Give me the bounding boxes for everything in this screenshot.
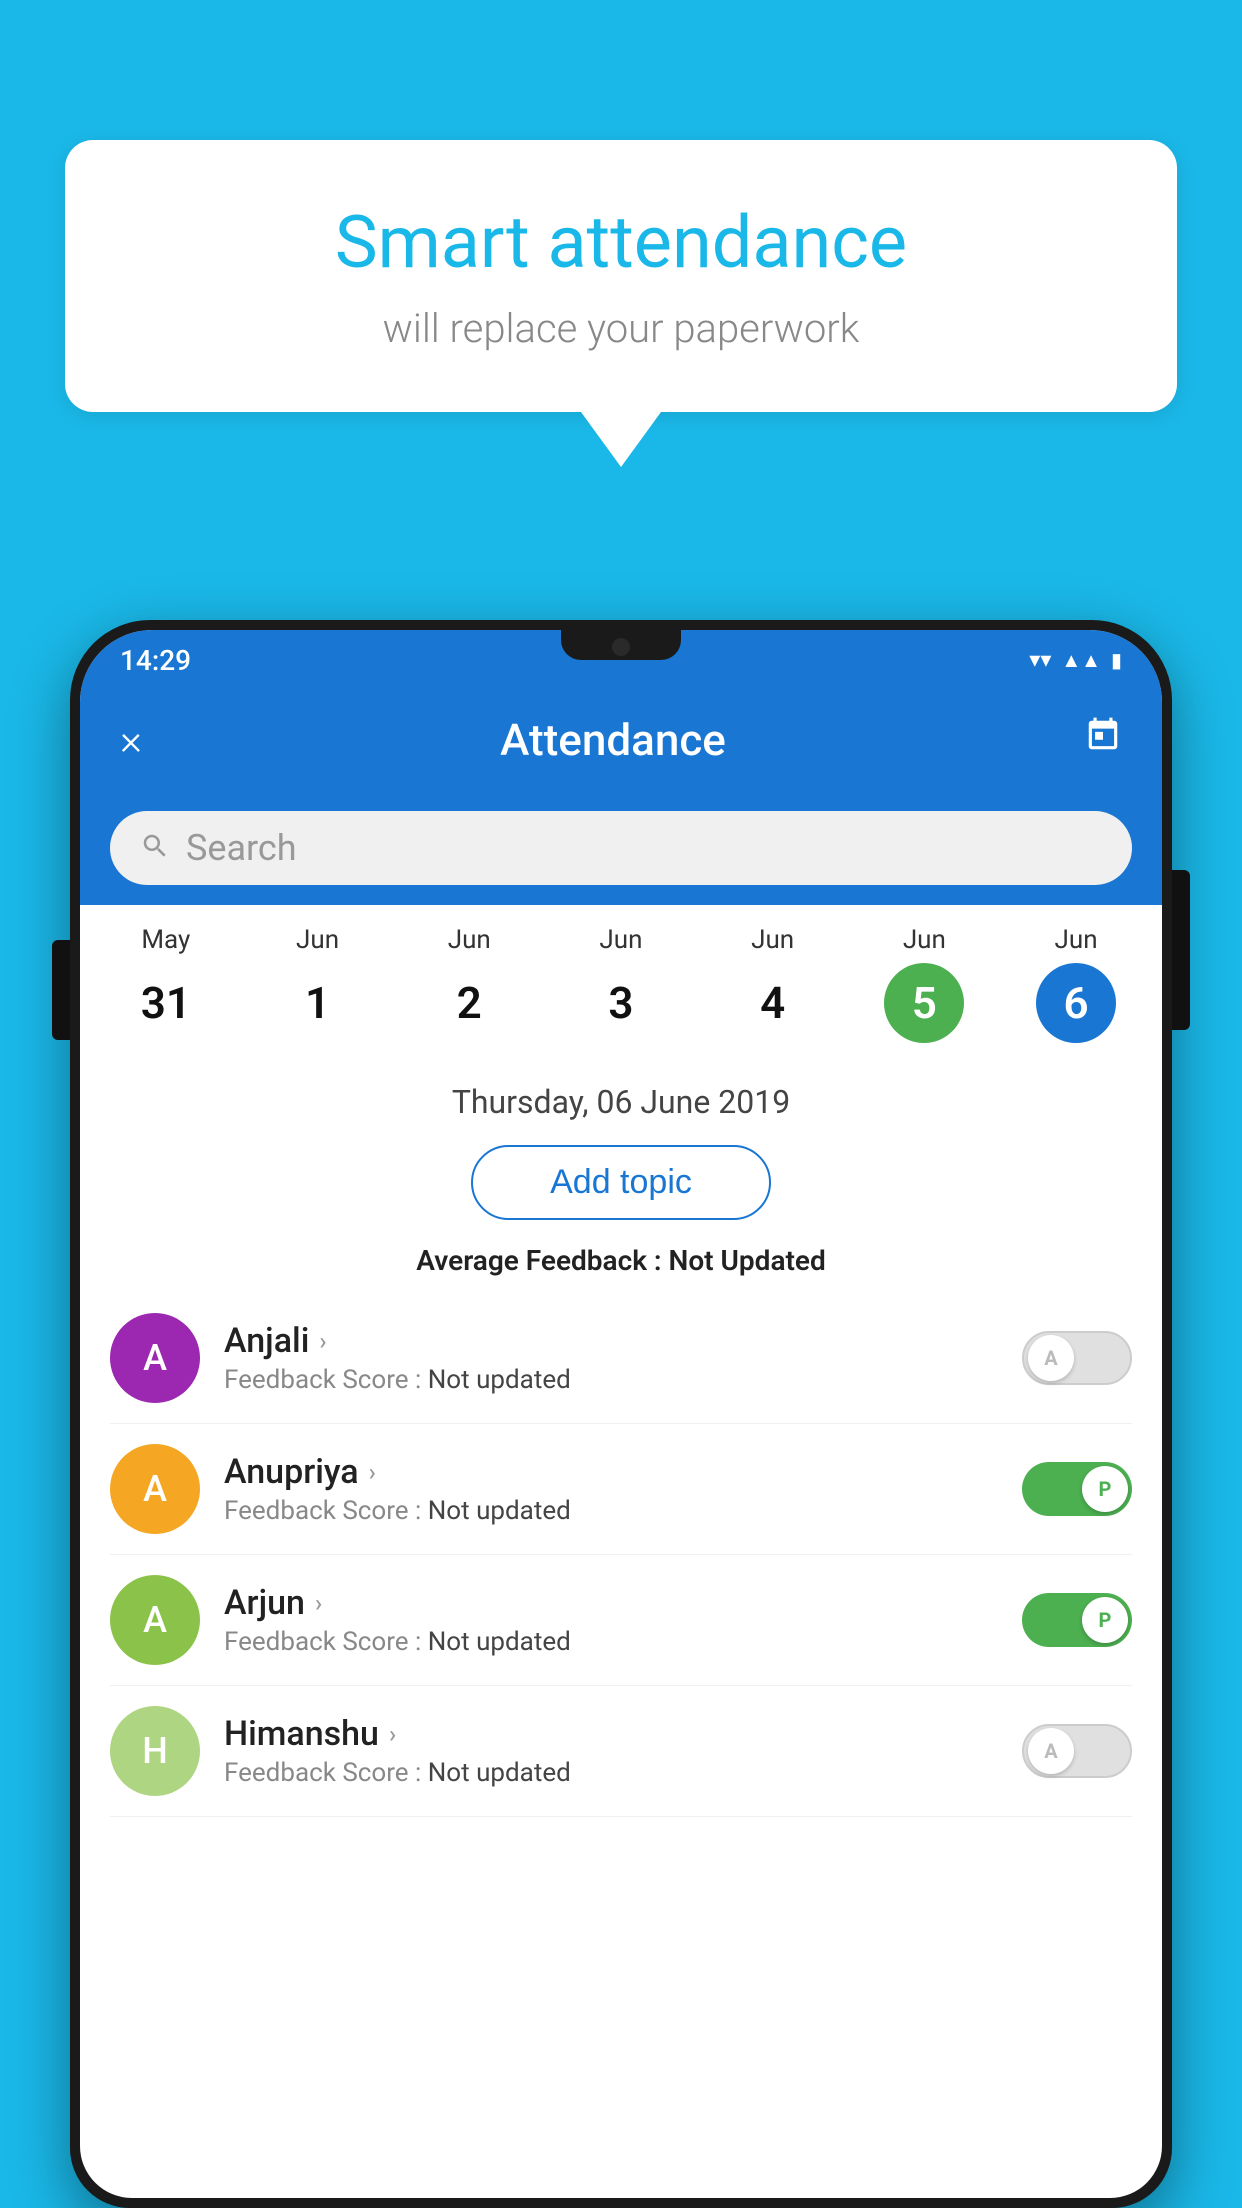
battery-icon: ▮ — [1111, 648, 1122, 672]
student-info: Anjali › Feedback Score : Not updated — [224, 1321, 998, 1395]
phone-camera — [612, 638, 630, 656]
day-month: Jun — [751, 925, 794, 955]
day-month: Jun — [296, 925, 339, 955]
student-name: Anjali › — [224, 1321, 998, 1361]
day-number: 6 — [1036, 963, 1116, 1043]
day-number: 31 — [126, 963, 206, 1043]
status-time: 14:29 — [120, 644, 191, 677]
student-item[interactable]: A Arjun › Feedback Score : Not updated P — [110, 1555, 1132, 1686]
phone-frame: 14:29 ▾▾ ▲▲ ▮ × Attendance — [70, 620, 1172, 2208]
attendance-toggle[interactable]: P — [1022, 1593, 1132, 1647]
calendar-day-3[interactable]: Jun 3 — [571, 925, 671, 1043]
student-feedback: Feedback Score : Not updated — [224, 1758, 998, 1788]
toggle-switch[interactable]: A — [1022, 1724, 1132, 1778]
avg-feedback: Average Feedback : Not Updated — [80, 1234, 1162, 1293]
toggle-knob: P — [1082, 1597, 1128, 1643]
student-name: Himanshu › — [224, 1714, 998, 1754]
toggle-knob: A — [1028, 1335, 1074, 1381]
chevron-right-icon: › — [315, 1589, 322, 1617]
student-item[interactable]: H Himanshu › Feedback Score : Not updated A — [110, 1686, 1132, 1817]
content-area: Thursday, 06 June 2019 Add topic Average… — [80, 1063, 1162, 1817]
search-bar[interactable]: Search — [110, 811, 1132, 885]
day-month: May — [141, 925, 190, 955]
day-month: Jun — [448, 925, 491, 955]
student-item[interactable]: A Anjali › Feedback Score : Not updated A — [110, 1293, 1132, 1424]
student-info: Himanshu › Feedback Score : Not updated — [224, 1714, 998, 1788]
speech-bubble-container: Smart attendance will replace your paper… — [65, 140, 1177, 467]
close-button[interactable]: × — [120, 716, 142, 765]
calendar-day-5[interactable]: Jun 5 — [874, 925, 974, 1043]
search-bar-container: Search — [80, 795, 1162, 905]
student-avatar: A — [110, 1313, 200, 1403]
student-name: Anupriya › — [224, 1452, 998, 1492]
phone-notch — [561, 630, 681, 660]
hero-subtitle: will replace your paperwork — [145, 305, 1097, 352]
student-list: AAnjali ›Feedback Score : Not updatedAAA… — [80, 1293, 1162, 1817]
speech-bubble: Smart attendance will replace your paper… — [65, 140, 1177, 412]
search-icon — [140, 831, 170, 865]
calendar-day-0[interactable]: May 31 — [116, 925, 216, 1043]
toggle-switch[interactable]: A — [1022, 1331, 1132, 1385]
student-name: Arjun › — [224, 1583, 998, 1623]
calendar-strip: May 31 Jun 1 Jun 2 Jun 3 Jun 4 Jun 5 Jun 6 — [80, 905, 1162, 1063]
student-feedback: Feedback Score : Not updated — [224, 1627, 998, 1657]
calendar-day-1[interactable]: Jun 1 — [268, 925, 368, 1043]
phone-screen: 14:29 ▾▾ ▲▲ ▮ × Attendance — [80, 630, 1162, 2198]
calendar-day-6[interactable]: Jun 6 — [1026, 925, 1126, 1043]
signal-icon: ▲▲ — [1061, 648, 1101, 673]
hero-title: Smart attendance — [145, 200, 1097, 285]
day-month: Jun — [903, 925, 946, 955]
student-avatar: A — [110, 1444, 200, 1534]
power-button — [1172, 870, 1190, 1030]
student-feedback: Feedback Score : Not updated — [224, 1365, 998, 1395]
toggle-switch[interactable]: P — [1022, 1462, 1132, 1516]
search-placeholder: Search — [186, 827, 297, 869]
calendar-icon[interactable] — [1084, 716, 1122, 764]
toggle-switch[interactable]: P — [1022, 1593, 1132, 1647]
calendar-day-2[interactable]: Jun 2 — [419, 925, 519, 1043]
volume-button — [52, 940, 70, 1040]
app-bar-title: Attendance — [500, 714, 726, 766]
student-feedback: Feedback Score : Not updated — [224, 1496, 998, 1526]
wifi-icon: ▾▾ — [1029, 648, 1051, 673]
status-icons: ▾▾ ▲▲ ▮ — [1029, 648, 1122, 673]
day-month: Jun — [1055, 925, 1098, 955]
student-info: Anupriya › Feedback Score : Not updated — [224, 1452, 998, 1526]
day-number: 1 — [278, 963, 358, 1043]
attendance-toggle[interactable]: A — [1022, 1724, 1132, 1778]
attendance-toggle[interactable]: A — [1022, 1331, 1132, 1385]
calendar-day-4[interactable]: Jun 4 — [723, 925, 823, 1043]
add-topic-button[interactable]: Add topic — [471, 1145, 771, 1220]
chevron-right-icon: › — [389, 1720, 396, 1748]
day-number: 3 — [581, 963, 661, 1043]
toggle-knob: P — [1082, 1466, 1128, 1512]
attendance-toggle[interactable]: P — [1022, 1462, 1132, 1516]
app-bar: × Attendance — [80, 685, 1162, 795]
speech-bubble-arrow — [581, 412, 661, 467]
student-avatar: H — [110, 1706, 200, 1796]
day-number: 2 — [429, 963, 509, 1043]
day-number: 4 — [733, 963, 813, 1043]
chevron-right-icon: › — [369, 1458, 376, 1486]
avg-feedback-value: Not Updated — [669, 1244, 826, 1277]
student-item[interactable]: A Anupriya › Feedback Score : Not updated P — [110, 1424, 1132, 1555]
day-number: 5 — [884, 963, 964, 1043]
student-avatar: A — [110, 1575, 200, 1665]
toggle-knob: A — [1028, 1728, 1074, 1774]
chevron-right-icon: › — [319, 1327, 326, 1355]
day-month: Jun — [599, 925, 642, 955]
student-info: Arjun › Feedback Score : Not updated — [224, 1583, 998, 1657]
selected-date: Thursday, 06 June 2019 — [80, 1063, 1162, 1131]
